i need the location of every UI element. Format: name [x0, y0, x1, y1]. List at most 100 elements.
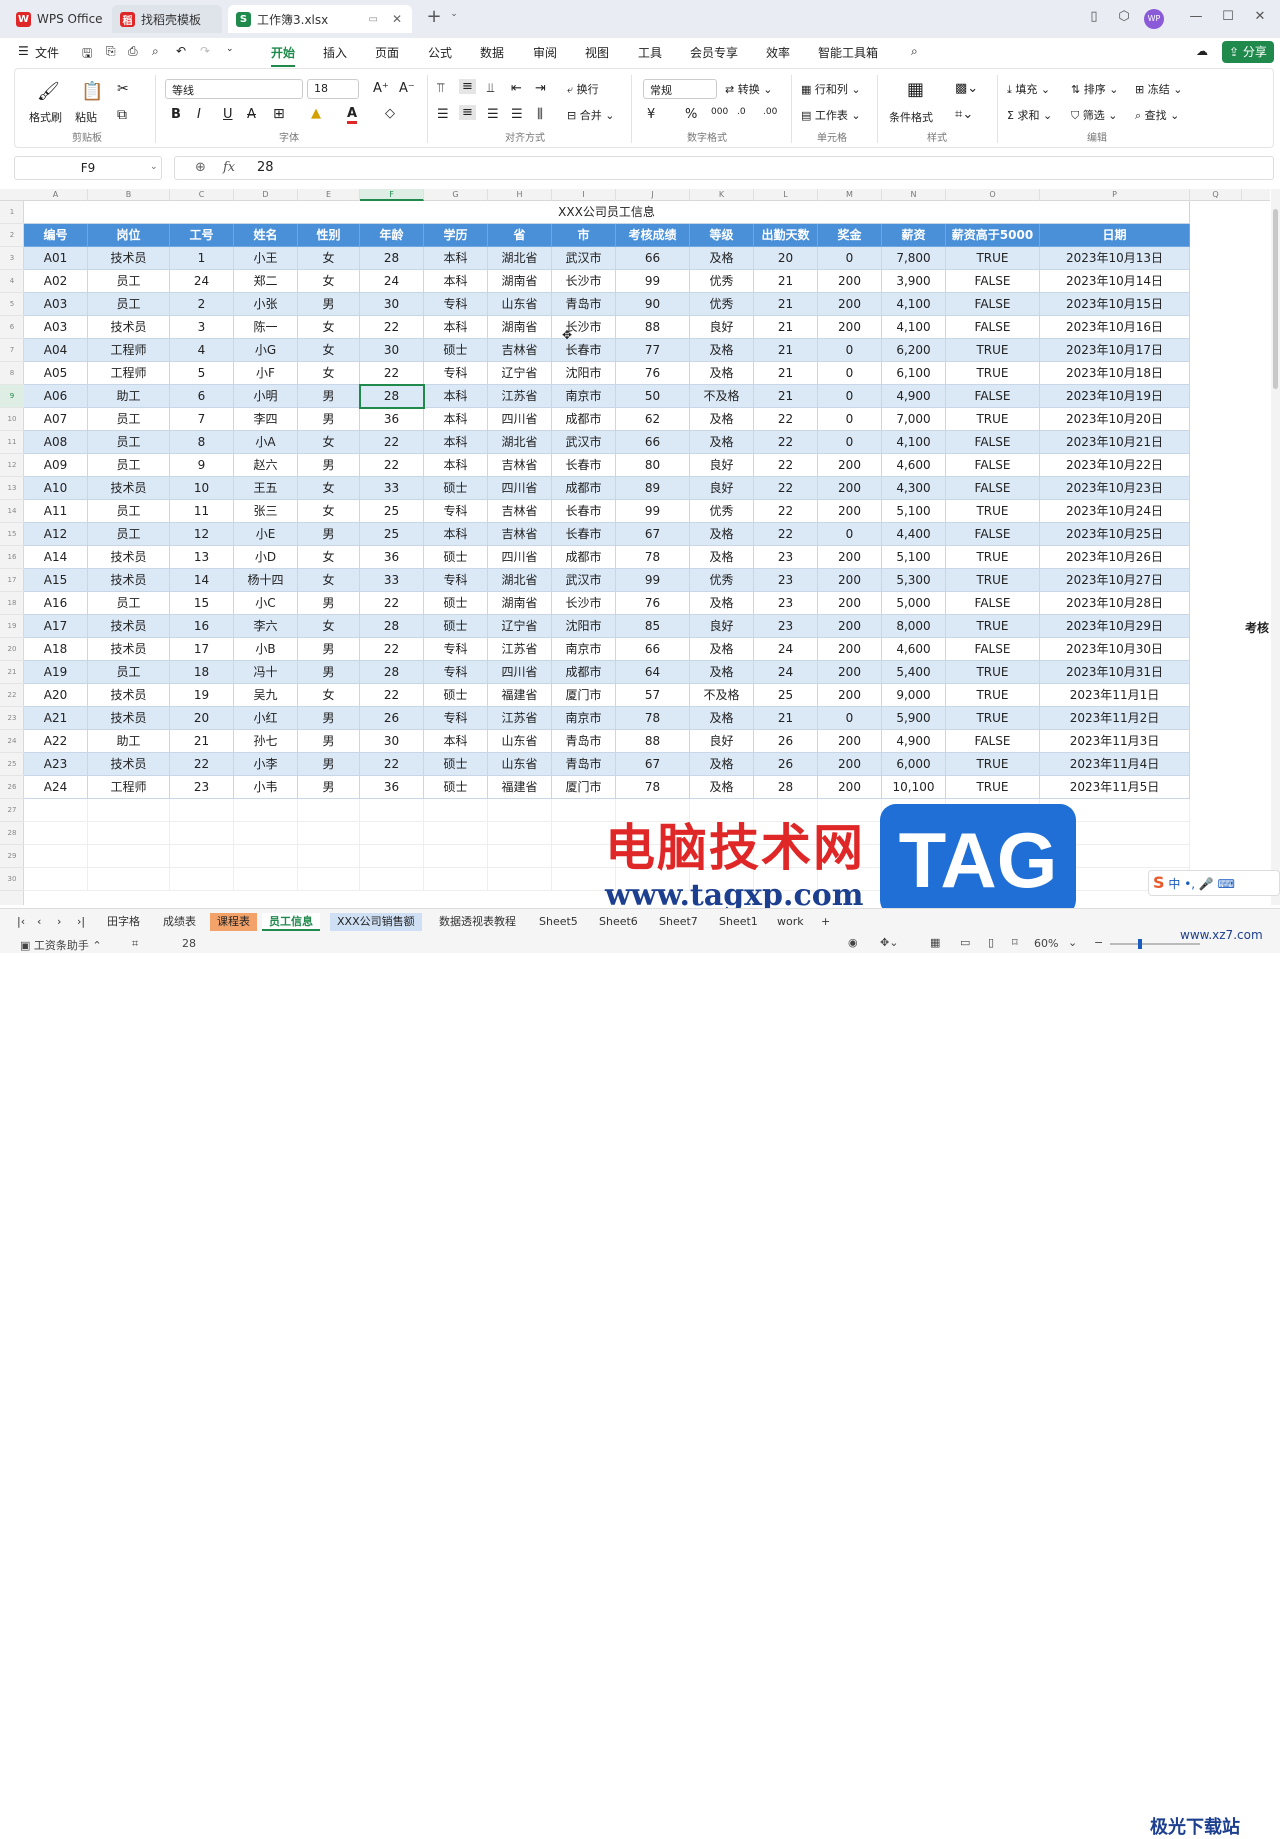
column-title[interactable]: 工号 — [170, 224, 234, 247]
cell[interactable]: 小李 — [234, 753, 298, 776]
cell[interactable]: 武汉市 — [552, 569, 616, 592]
cell[interactable] — [424, 845, 488, 868]
cell[interactable]: 5,100 — [882, 546, 946, 569]
cell[interactable] — [88, 799, 170, 822]
cell[interactable]: 28 — [754, 776, 818, 799]
cell[interactable]: 硕士 — [424, 615, 488, 638]
cell[interactable]: 硕士 — [424, 776, 488, 799]
cell[interactable]: TRUE — [946, 615, 1040, 638]
zoom-out-icon[interactable]: − — [1094, 936, 1103, 949]
cell[interactable]: TRUE — [946, 753, 1040, 776]
cell[interactable]: 优秀 — [690, 270, 754, 293]
cell[interactable]: 4,100 — [882, 316, 946, 339]
currency-icon[interactable]: ¥ — [647, 107, 655, 122]
cell[interactable]: 南京市 — [552, 385, 616, 408]
cell[interactable]: FALSE — [946, 431, 1040, 454]
align-bottom-icon[interactable]: ⫫ — [487, 81, 494, 96]
cell[interactable]: 江苏省 — [488, 385, 552, 408]
cell[interactable]: 89 — [616, 477, 690, 500]
cell[interactable]: 26 — [754, 730, 818, 753]
worksheet-button[interactable]: ▤ 工作表 ⌄ — [801, 107, 861, 123]
page-break-icon[interactable]: ▯ — [988, 936, 994, 949]
cell[interactable]: 长沙市 — [552, 270, 616, 293]
row-header[interactable]: 17 — [0, 569, 24, 592]
cell[interactable]: A14 — [24, 546, 88, 569]
cell[interactable]: 专科 — [424, 661, 488, 684]
cell[interactable]: 25 — [360, 500, 424, 523]
cell[interactable]: 30 — [360, 339, 424, 362]
cell[interactable]: 200 — [818, 753, 882, 776]
cell[interactable]: 本科 — [424, 454, 488, 477]
cell[interactable]: A01 — [24, 247, 88, 270]
cell[interactable]: 2023年10月26日 — [1040, 546, 1190, 569]
cell[interactable]: 长春市 — [552, 523, 616, 546]
cell[interactable]: 男 — [298, 454, 360, 477]
cell[interactable]: 22 — [360, 753, 424, 776]
sort-button[interactable]: ⇅ 排序 ⌄ — [1071, 81, 1118, 97]
column-header[interactable]: G — [424, 189, 488, 201]
cell[interactable]: 良好 — [690, 730, 754, 753]
menu-view[interactable]: 视图 — [585, 44, 609, 61]
cell[interactable]: 小F — [234, 362, 298, 385]
cell[interactable]: 2023年10月16日 — [1040, 316, 1190, 339]
cell[interactable]: 李四 — [234, 408, 298, 431]
distribute-icon[interactable]: ⫼ — [537, 107, 543, 122]
cell[interactable]: 青岛市 — [552, 730, 616, 753]
cell[interactable]: 21 — [754, 293, 818, 316]
cell[interactable]: TRUE — [946, 684, 1040, 707]
cell[interactable]: 王五 — [234, 477, 298, 500]
column-header[interactable]: A — [24, 189, 88, 201]
cell[interactable]: 助工 — [88, 730, 170, 753]
cell[interactable]: 员工 — [88, 293, 170, 316]
cell[interactable]: 女 — [298, 569, 360, 592]
cell[interactable]: 硕士 — [424, 684, 488, 707]
menu-insert[interactable]: 插入 — [323, 44, 347, 61]
cell[interactable]: 2023年10月30日 — [1040, 638, 1190, 661]
cell[interactable]: 14 — [170, 569, 234, 592]
cell[interactable] — [424, 822, 488, 845]
cell[interactable]: 及格 — [690, 523, 754, 546]
cell[interactable]: 张三 — [234, 500, 298, 523]
cell[interactable]: 22 — [754, 500, 818, 523]
cell[interactable]: 专科 — [424, 362, 488, 385]
row-header[interactable]: 21 — [0, 661, 24, 684]
cell[interactable]: 28 — [360, 247, 424, 270]
column-header[interactable]: C — [170, 189, 234, 201]
row-header[interactable]: 10 — [0, 408, 24, 431]
cell[interactable]: 200 — [818, 638, 882, 661]
cell[interactable]: 小A — [234, 431, 298, 454]
cell[interactable]: 66 — [616, 247, 690, 270]
cell[interactable]: 良好 — [690, 477, 754, 500]
close-window-icon[interactable]: ✕ — [1250, 9, 1270, 29]
chevron-down-icon[interactable]: ⌄ — [150, 162, 158, 172]
cell[interactable]: 9,000 — [882, 684, 946, 707]
cell[interactable] — [488, 868, 552, 891]
cell[interactable]: 22 — [170, 753, 234, 776]
cell[interactable]: 小明 — [234, 385, 298, 408]
row-header[interactable]: 7 — [0, 339, 24, 362]
cell[interactable]: 湖南省 — [488, 270, 552, 293]
cell[interactable]: 孙七 — [234, 730, 298, 753]
cell[interactable]: 成都市 — [552, 408, 616, 431]
cell[interactable]: A07 — [24, 408, 88, 431]
redo-icon[interactable]: ↷ — [200, 44, 210, 58]
eye-icon[interactable]: ◉ — [848, 936, 858, 949]
column-header[interactable]: B — [88, 189, 170, 201]
cell[interactable]: 2023年11月3日 — [1040, 730, 1190, 753]
format-painter-button[interactable]: 格式刷 — [29, 109, 62, 125]
chevron-down-icon[interactable]: ⌄ — [444, 9, 464, 29]
cell[interactable]: 30 — [360, 730, 424, 753]
cell[interactable]: 南京市 — [552, 638, 616, 661]
cube-icon[interactable]: ⬡ — [1114, 9, 1134, 29]
cell[interactable]: 员工 — [88, 408, 170, 431]
cell[interactable] — [88, 822, 170, 845]
cell[interactable]: A05 — [24, 362, 88, 385]
column-title[interactable]: 姓名 — [234, 224, 298, 247]
menu-smart-toolbox[interactable]: 智能工具箱 — [818, 44, 878, 61]
column-header[interactable]: M — [818, 189, 882, 201]
preview-icon[interactable]: ⌕ — [152, 44, 159, 59]
cell[interactable]: 2 — [170, 293, 234, 316]
cell[interactable]: 女 — [298, 431, 360, 454]
cell[interactable]: 长春市 — [552, 339, 616, 362]
avatar[interactable]: WP — [1144, 9, 1164, 29]
